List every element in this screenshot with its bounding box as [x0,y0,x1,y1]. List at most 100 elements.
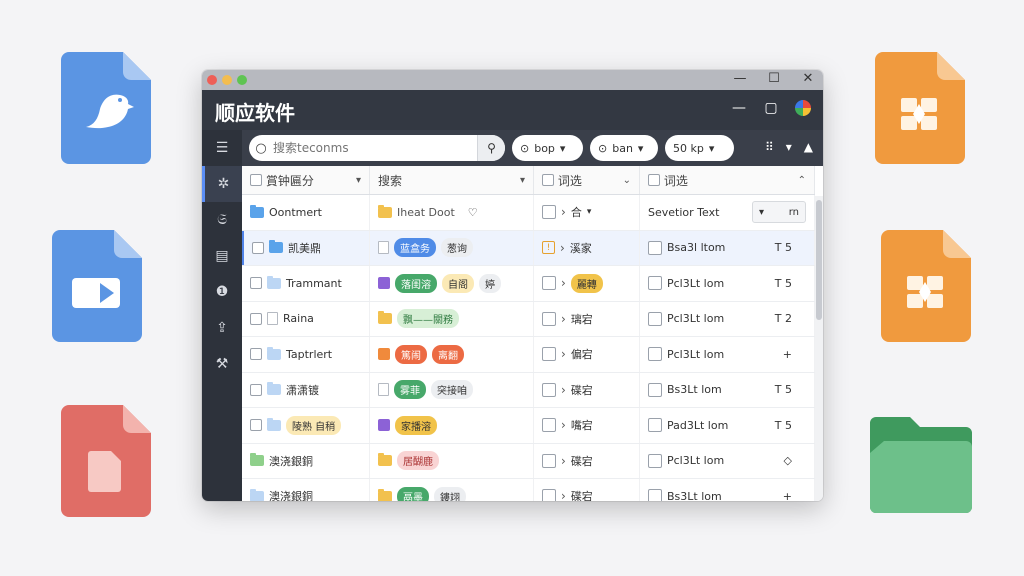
column-header-1[interactable]: 賞钟匾分 ▾ [242,166,370,194]
row-name: Taptrlert [286,347,333,361]
row-tag: 飘——關務 [397,309,459,329]
row-checkbox[interactable] [648,240,662,255]
chevron-right-icon: › [561,453,566,468]
folder-icon [267,382,281,396]
row-detail: Pcl3Lt lom [667,347,725,361]
row-checkbox[interactable] [250,348,262,361]
row-checkbox[interactable] [648,347,662,362]
title-bar: — ☐ ✕ [202,70,823,90]
row-checkbox[interactable] [250,383,262,396]
table-row[interactable]: 陵熟 自稍 家播溶 › 嘴宕 Pad3Lt lom T 5 [242,408,815,444]
row-detail: Pcl3Lt lom [667,276,725,290]
table-row[interactable]: 澳浇銀銅 鬲墨 鏤翊 › 碟宕 Bs3Lt lom + [242,479,815,501]
row-checkbox[interactable] [542,453,556,468]
filter-dropdown-2[interactable]: ⊙ ban ▾ [590,135,658,161]
column-header-label: 賞钟匾分 [265,173,314,188]
table-row[interactable]: Raina 飘——關務 › 璃宕 Pcl3Lt lom T 2 [242,301,815,337]
scrollbar-thumb[interactable] [816,200,822,320]
minimize-button[interactable]: — [733,71,747,86]
search-button[interactable]: ⚲ [477,135,505,161]
minimize-dot[interactable] [222,75,232,85]
close-dot[interactable] [207,75,217,85]
table-row[interactable]: Oontmert Iheat Doot ♡ › 合 ▾ Sevetior Text ▾ r… [242,195,815,231]
row-tag: 自阁 [442,273,474,293]
row-checkbox[interactable] [542,311,556,326]
row-name: Raina [283,312,314,326]
row-checkbox[interactable] [542,205,556,220]
row-checkbox[interactable] [648,276,662,291]
app-title: 顺应软件 [215,101,295,125]
chevron-down-icon[interactable]: ▾ [786,140,792,154]
row-checkbox[interactable] [250,312,262,325]
table-row[interactable]: 潇潇镀 雾菲 突接咱 › 碟宕 Bs3Lt lom T 5 [242,372,815,408]
close-button[interactable]: ✕ [801,71,815,86]
row-name: 澳浇銀銅 [269,454,313,468]
menu-icon[interactable]: ☰ [202,130,242,166]
row-tag: 葱询 [441,238,473,258]
row-checkbox[interactable] [250,419,262,432]
row-status: 溪家 [569,241,592,255]
info-icon[interactable]: ❶ [202,274,242,310]
size-dropdown[interactable]: 50 kp ▾ [665,135,734,161]
bag-icon [378,277,390,290]
document-icon [378,241,389,255]
maximize-button[interactable]: ☐ [767,71,781,86]
size-label: 50 kp [673,141,704,155]
column-header-label: 搜索 [378,173,403,188]
column-checkbox[interactable] [542,174,554,186]
app-window: — ☐ ✕ 顺应软件 — ▢ ☰ ✲ 𝔖 ▤ ❶ ⇪ ⚒ ○ ⚲ ⊙ bop ▾ [202,70,823,501]
select-all-checkbox[interactable] [250,174,262,186]
sparkle-icon[interactable]: ✲ [202,166,242,202]
row-name: 澳浇銀銅 [269,490,313,501]
row-checkbox[interactable] [542,418,556,433]
row-checkbox[interactable] [252,241,264,254]
filter-label-1: bop [534,141,555,155]
puzzle-icon[interactable]: 𝔖 [202,202,242,238]
tools-icon[interactable]: ⚒ [202,346,242,382]
row-checkbox[interactable] [648,489,662,501]
row-status: 碟宕 [570,383,593,397]
upload-icon[interactable]: ⇪ [202,310,242,346]
row-checkbox[interactable] [542,382,556,397]
row-checkbox[interactable] [542,489,556,501]
blue-bird-file-icon [61,52,151,164]
minimize-icon[interactable]: — [731,100,747,116]
row-checkbox[interactable] [542,276,556,291]
row-detail: Sevetior Text [648,205,720,219]
document-icon [267,312,278,326]
row-checkbox[interactable] [250,277,262,290]
red-document-icon [61,405,151,517]
table-row[interactable]: Taptrlert 篤闹 离翻 › 偏宕 Pcl3Lt lom + [242,337,815,373]
row-checkbox[interactable] [542,347,556,362]
table-row[interactable]: 凯美鼎 蓝盒务 葱询 ! › 溪家 Bsa3l ltom T 5 [242,230,815,266]
column-header-2[interactable]: 搜索 ▾ [370,166,534,194]
filter-dropdown-1[interactable]: ⊙ bop ▾ [512,135,583,161]
row-tag: 篤闹 [395,344,427,364]
row-checkbox[interactable] [648,418,662,433]
color-wheel-icon[interactable] [795,100,811,116]
row-value: + [782,489,792,501]
chevron-down-icon: ▾ [519,174,525,186]
row-tag: 离翻 [432,344,464,364]
row-checkbox[interactable] [648,453,662,468]
grid-icon[interactable]: ⠿ [765,140,774,154]
folder-icon [378,488,392,501]
row-checkbox[interactable] [648,311,662,326]
column-checkbox[interactable] [648,174,660,186]
table-row[interactable]: Trammant 落闺溶 自阁婷 › 麗轉 Pcl3Lt lom T 5 [242,266,815,302]
table-row[interactable]: 澳浇銀銅 居醐鹿 › 碟宕 Pcl3Lt lom ◇ [242,443,815,479]
screen-icon[interactable]: ▢ [763,100,779,116]
document-icon[interactable]: ▤ [202,238,242,274]
folder-icon [250,204,264,218]
row-checkbox[interactable] [648,382,662,397]
column-header-4[interactable]: 词选 ⌃ [640,166,815,194]
row-select[interactable]: ▾ rn [752,201,806,224]
row-status: 合 [570,206,582,220]
maximize-dot[interactable] [237,75,247,85]
bell-icon[interactable]: ▲ [804,140,813,154]
green-folder-icon [870,417,972,513]
search-box: ○ ⚲ [249,135,505,161]
search-input[interactable] [273,141,477,155]
column-header-3[interactable]: 词选 ⌄ [534,166,640,194]
row-location: Iheat Doot [397,205,455,219]
